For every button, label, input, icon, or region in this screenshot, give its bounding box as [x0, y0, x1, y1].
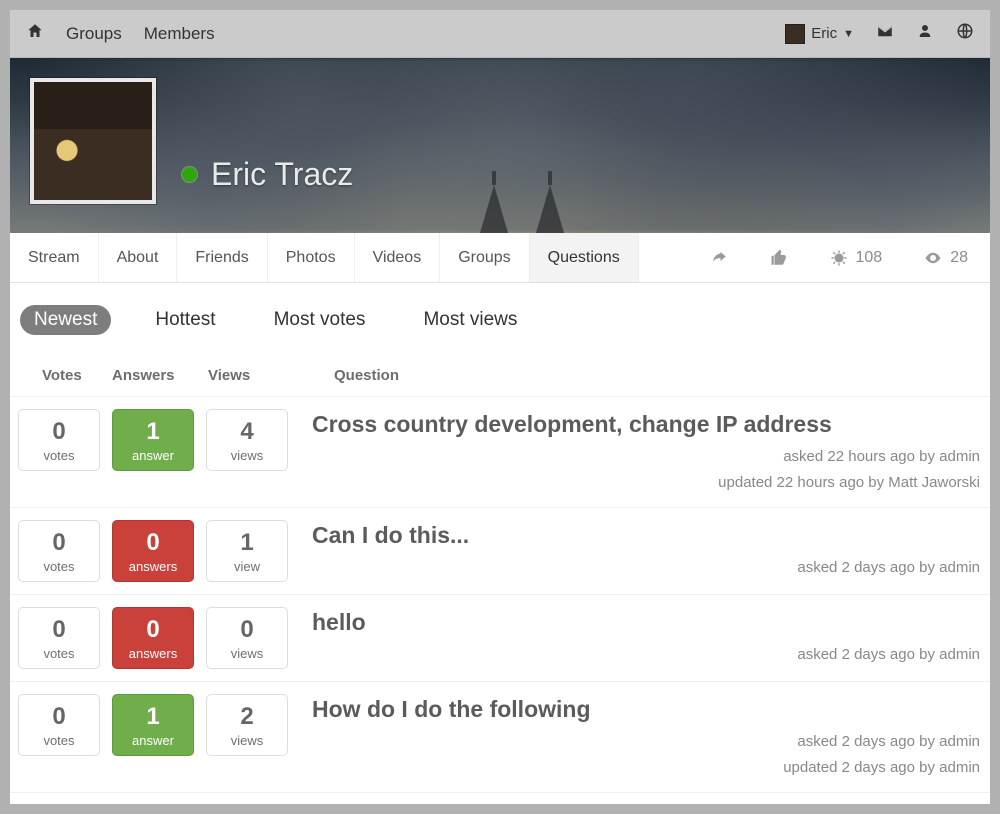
question-row: 0 votes 0 answers 0 views hello asked 2 days ag… — [10, 595, 990, 682]
online-status-icon — [182, 167, 197, 182]
question-title[interactable]: Can I do this... — [312, 522, 982, 549]
sort-hottest[interactable]: Hottest — [141, 305, 229, 335]
points-value: 108 — [856, 249, 883, 267]
votes-counter: 0 votes — [18, 607, 100, 669]
question-meta: asked 2 days ago by admin — [312, 642, 982, 668]
question-row: 0 votes 0 answers 1 view Can I do this... asked… — [10, 508, 990, 595]
answers-counter-label: answers — [129, 559, 177, 574]
views-value: 28 — [950, 249, 968, 267]
tab-groups[interactable]: Groups — [440, 233, 529, 282]
profile-avatar[interactable] — [30, 78, 156, 204]
views-counter-label: views — [231, 646, 264, 661]
votes-counter-label: votes — [43, 448, 74, 463]
answers-counter-label: answers — [129, 646, 177, 661]
globe-icon[interactable] — [956, 22, 974, 45]
profile-hero: Eric Tracz — [10, 58, 990, 233]
votes-counter: 0 votes — [18, 520, 100, 582]
col-views: Views — [208, 367, 304, 384]
views-counter: 4 views — [206, 409, 288, 471]
votes-counter-value: 0 — [52, 616, 65, 644]
votes-counter-label: votes — [43, 733, 74, 748]
views-counter: 2 views — [206, 694, 288, 756]
share-button[interactable] — [710, 249, 728, 267]
question-meta: asked 2 days ago by admin — [312, 555, 982, 581]
votes-counter-value: 0 — [52, 703, 65, 731]
caret-down-icon: ▼ — [843, 28, 854, 40]
points-stat[interactable]: 108 — [830, 249, 883, 267]
tab-friends[interactable]: Friends — [177, 233, 267, 282]
answers-counter-value: 0 — [146, 529, 159, 557]
avatar-icon — [785, 24, 805, 44]
question-meta: asked 22 hours ago by adminupdated 22 ho… — [312, 444, 982, 495]
answers-counter-value: 1 — [146, 703, 159, 731]
column-headers: Votes Answers Views Question — [10, 349, 990, 397]
sort-most-views[interactable]: Most views — [409, 305, 531, 335]
question-meta: asked 2 days ago by adminupdated 2 days … — [312, 729, 982, 780]
question-row: 0 votes 1 answer 2 views How do I do the follo… — [10, 682, 990, 793]
question-title[interactable]: hello — [312, 609, 982, 636]
col-answers: Answers — [112, 367, 208, 384]
views-counter-label: views — [231, 448, 264, 463]
nav-members[interactable]: Members — [144, 24, 215, 44]
votes-counter-value: 0 — [52, 418, 65, 446]
col-votes: Votes — [20, 367, 112, 384]
votes-counter: 0 votes — [18, 409, 100, 471]
views-counter-label: views — [231, 733, 264, 748]
user-icon[interactable] — [916, 22, 934, 45]
question-title[interactable]: Cross country development, change IP add… — [312, 411, 982, 438]
tab-videos[interactable]: Videos — [355, 233, 441, 282]
views-counter-value: 4 — [240, 418, 253, 446]
col-question: Question — [304, 367, 980, 384]
profile-name: Eric Tracz — [211, 156, 353, 193]
views-counter: 0 views — [206, 607, 288, 669]
votes-counter-label: votes — [43, 559, 74, 574]
question-list: 0 votes 1 answer 4 views Cross country develop… — [10, 397, 990, 793]
sort-most-votes[interactable]: Most votes — [260, 305, 380, 335]
tab-photos[interactable]: Photos — [268, 233, 355, 282]
answers-counter-value: 0 — [146, 616, 159, 644]
votes-counter-value: 0 — [52, 529, 65, 557]
tab-about[interactable]: About — [99, 233, 178, 282]
views-counter-value: 2 — [240, 703, 253, 731]
like-button[interactable] — [770, 249, 788, 267]
views-counter-label: view — [234, 559, 260, 574]
views-counter: 1 view — [206, 520, 288, 582]
answers-counter-value: 1 — [146, 418, 159, 446]
votes-counter: 0 votes — [18, 694, 100, 756]
hero-skyline — [480, 185, 564, 233]
answers-counter: 0 answers — [112, 607, 194, 669]
answers-counter: 0 answers — [112, 520, 194, 582]
top-navbar: Groups Members Eric ▼ — [10, 10, 990, 58]
mail-icon[interactable] — [876, 22, 894, 45]
answers-counter-label: answer — [132, 448, 174, 463]
nav-groups[interactable]: Groups — [66, 24, 122, 44]
profile-tabs: StreamAboutFriendsPhotosVideosGroupsQues… — [10, 233, 990, 283]
votes-counter-label: votes — [43, 646, 74, 661]
user-menu[interactable]: Eric ▼ — [785, 24, 854, 44]
answers-counter: 1 answer — [112, 409, 194, 471]
views-stat[interactable]: 28 — [924, 249, 968, 267]
home-icon[interactable] — [26, 22, 44, 45]
question-title[interactable]: How do I do the following — [312, 696, 982, 723]
answers-counter: 1 answer — [112, 694, 194, 756]
views-counter-value: 1 — [240, 529, 253, 557]
views-counter-value: 0 — [240, 616, 253, 644]
user-name: Eric — [811, 25, 837, 42]
answers-counter-label: answer — [132, 733, 174, 748]
question-row: 0 votes 1 answer 4 views Cross country develop… — [10, 397, 990, 508]
tab-questions[interactable]: Questions — [530, 233, 639, 282]
tab-stream[interactable]: Stream — [10, 233, 99, 282]
sort-row: Newest Hottest Most votes Most views — [10, 283, 990, 349]
sort-newest[interactable]: Newest — [20, 305, 111, 335]
